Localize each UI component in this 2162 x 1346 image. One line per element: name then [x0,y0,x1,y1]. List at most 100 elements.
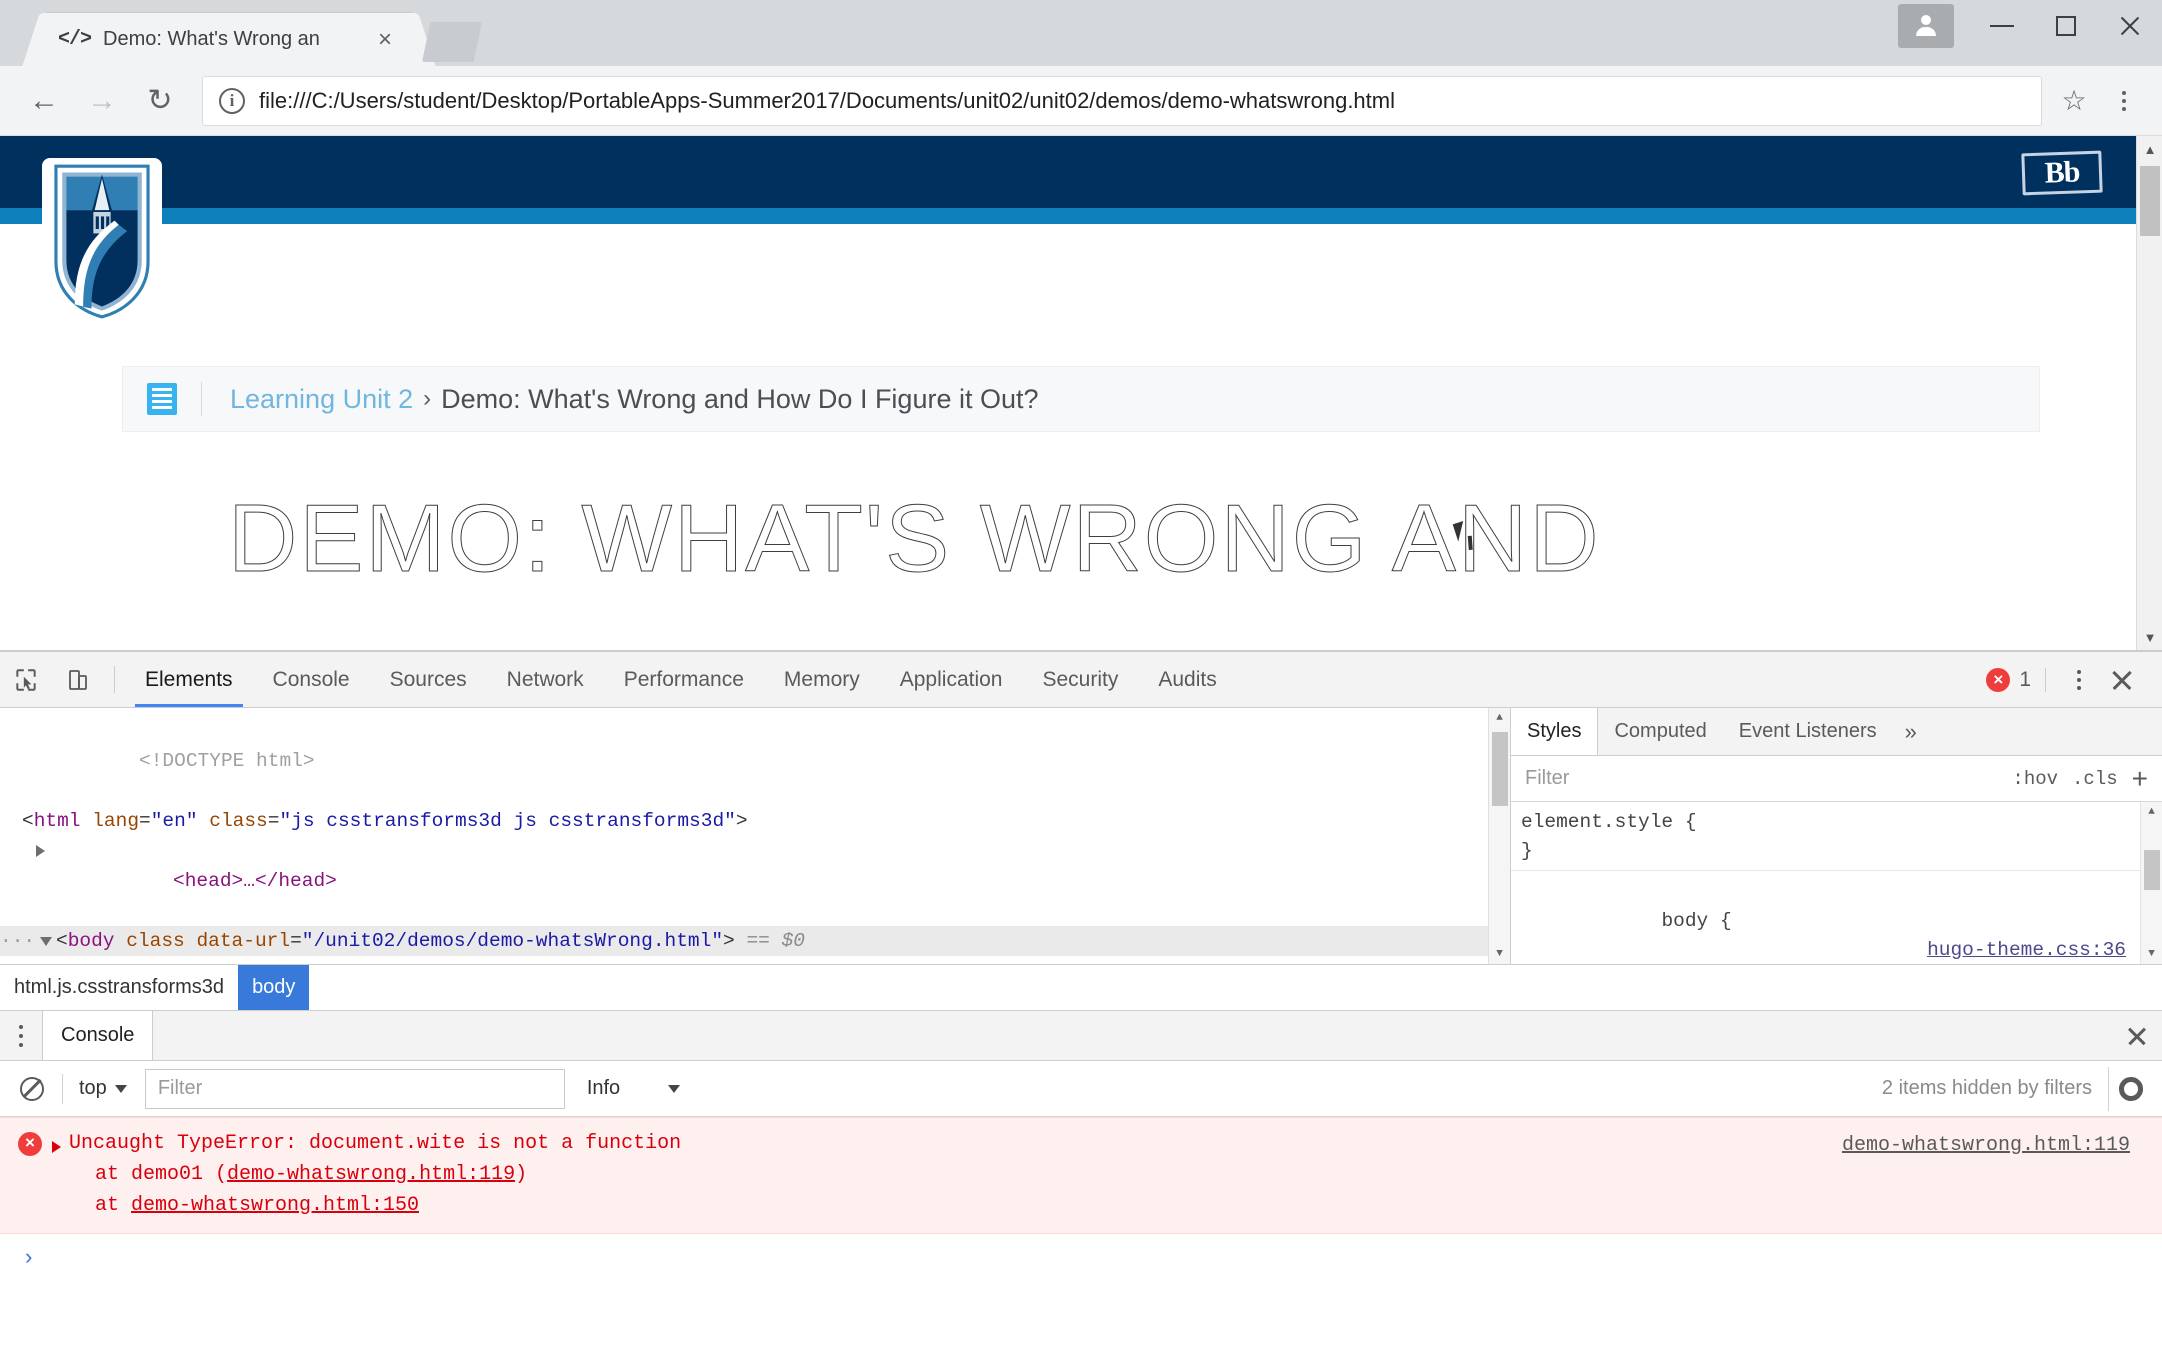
console-context-selector[interactable]: top [71,1077,135,1100]
site-banner: Bb [0,136,2162,208]
tab-title: Demo: What's Wrong an [103,28,320,50]
page-scrollbar[interactable]: ▲ ▼ [2136,136,2162,650]
window-close-button[interactable] [2098,0,2162,52]
console-error-icon: × [18,1132,42,1156]
drawer-tabbar: Console [0,1011,2162,1061]
minimize-button[interactable] [1970,0,2034,52]
breadcrumb-link-learning-unit[interactable]: Learning Unit 2 [230,384,413,415]
devtools-tab-elements[interactable]: Elements [125,652,253,707]
devtools-tab-network[interactable]: Network [487,652,604,707]
styles-tabbar: Styles Computed Event Listeners » [1511,708,2162,756]
tab-close-icon[interactable]: × [370,25,400,55]
drawer-menu-icon[interactable] [0,1011,42,1060]
styles-rules-list[interactable]: element.style { } body { hugo-theme.css:… [1511,802,2162,964]
dom-tree-scrollbar[interactable]: ▲ ▼ [1488,708,1510,964]
console-prompt-caret: › [22,1246,36,1271]
devtools-menu-icon[interactable] [2062,663,2096,697]
scroll-up-icon[interactable]: ▲ [2137,136,2162,162]
window-controls [1898,0,2162,52]
style-source-link[interactable]: hugo-theme.css:36 [1927,936,2126,964]
styles-tab-styles[interactable]: Styles [1511,708,1599,755]
dom-line-html[interactable]: <html lang="en" class="js csstransforms3… [0,806,1510,836]
error-count: 1 [2019,667,2031,691]
dom-breadcrumb-trail: html.js.csstransforms3d body [0,965,2162,1011]
breadcrumb-separator: › [423,385,432,412]
styles-scroll-thumb[interactable] [2144,850,2160,890]
new-style-rule-button[interactable]: + [2132,764,2148,793]
page-title: DEMO: WHAT'S WRONG AND [228,485,1601,593]
reload-icon[interactable]: ↻ [134,75,186,127]
profile-avatar-icon[interactable] [1898,4,1954,48]
styles-filter-input[interactable]: Filter [1525,767,1998,790]
blackboard-logo-text: Bb [2044,155,2080,190]
console-messages[interactable]: × Uncaught TypeError: document.wite is n… [0,1117,2162,1309]
styles-tab-event-listeners[interactable]: Event Listeners [1723,708,1893,755]
style-rule-body: body { hugo-theme.css:36 [1521,878,2162,964]
devtools-tab-memory[interactable]: Memory [764,652,880,707]
console-stack-frame-2: at demo-whatswrong.html:150 [0,1190,2162,1221]
styles-more-tabs-icon[interactable]: » [1893,708,1929,755]
console-toolbar: top Filter Info 2 items hidden by filter… [0,1061,2162,1117]
dom-line-body[interactable]: ··· <body class data-url="/unit02/demos/d… [0,926,1510,956]
chrome-menu-icon[interactable] [2104,79,2144,123]
devtools-tab-application[interactable]: Application [880,652,1023,707]
devtools-tab-sources[interactable]: Sources [370,652,487,707]
console-settings-icon[interactable] [2108,1066,2152,1111]
address-bar[interactable]: i file:///C:/Users/student/Desktop/Porta… [202,75,2042,126]
styles-scroll-up-icon[interactable]: ▲ [2141,802,2162,822]
breadcrumb-current-page: Demo: What's Wrong and How Do I Figure i… [441,383,1039,414]
scroll-down-icon[interactable]: ▼ [2137,624,2162,650]
error-icon: × [1986,667,2011,692]
dom-line-nav[interactable]: <nav id="sidebar">…</nav> [0,956,1510,964]
style-rule-element-style: element.style { [1521,811,1697,833]
dom-tree[interactable]: <!DOCTYPE html> <html lang="en" class="j… [0,708,1510,964]
code-favicon-icon: </> [58,28,92,51]
dom-line-head[interactable]: <head>…</head> [0,836,1510,926]
elements-panel: <!DOCTYPE html> <html lang="en" class="j… [0,708,2162,965]
bookmark-star-icon[interactable]: ☆ [2052,79,2096,123]
devtools-tab-performance[interactable]: Performance [604,652,764,707]
devtools-tab-security[interactable]: Security [1022,652,1138,707]
drawer-tab-console[interactable]: Console [42,1011,154,1060]
page-info-icon[interactable]: i [219,87,245,114]
stack-link-2[interactable]: demo-whatswrong.html:150 [131,1194,419,1217]
stack-link-1[interactable]: demo-whatswrong.html:119 [227,1163,515,1186]
styles-scrollbar[interactable]: ▲ ▼ [2140,802,2162,964]
page-breadcrumb-bar: Learning Unit 2 › Demo: What's Wrong and… [122,366,2040,432]
chevron-down-icon [114,1084,127,1093]
new-tab-button[interactable] [422,22,482,62]
devtools-close-icon[interactable] [2102,660,2142,700]
scroll-thumb[interactable] [2140,166,2160,236]
devtools-panel: Elements Console Sources Network Perform… [0,651,2162,1309]
hov-toggle-button[interactable]: :hov [2012,768,2058,790]
banner-accent-stripe [0,208,2162,224]
devtools-tabbar: Elements Console Sources Network Perform… [0,652,2162,708]
styles-scroll-down-icon[interactable]: ▼ [2141,944,2162,964]
clear-console-icon[interactable] [10,1067,54,1111]
back-arrow-icon[interactable]: ← [18,75,70,127]
devtools-tab-console[interactable]: Console [253,652,370,707]
dom-scroll-thumb[interactable] [1492,732,1508,806]
dom-crumb-body[interactable]: body [238,965,310,1010]
devtools-tab-audits[interactable]: Audits [1138,652,1236,707]
console-level-selector[interactable]: Info [587,1077,681,1100]
error-count-badge[interactable]: × 1 [1986,667,2046,692]
console-error-message[interactable]: × Uncaught TypeError: document.wite is n… [0,1117,2162,1234]
drawer-close-icon[interactable] [2112,1011,2162,1060]
dom-crumb-html[interactable]: html.js.csstransforms3d [0,965,238,1010]
styles-tab-computed[interactable]: Computed [1598,708,1722,755]
console-expand-icon[interactable] [52,1141,61,1153]
device-toolbar-icon[interactable] [52,652,104,707]
dom-scroll-down-icon[interactable]: ▼ [1489,944,1510,964]
dom-scroll-up-icon[interactable]: ▲ [1489,708,1510,728]
chrome-browser-window: </> Demo: What's Wrong an × ← → ↻ i file… [0,0,2162,1346]
forward-arrow-icon[interactable]: → [76,75,128,127]
inspect-element-icon[interactable] [0,652,52,707]
browser-tab[interactable]: </> Demo: What's Wrong an × [44,13,414,66]
console-message-source-link[interactable]: demo-whatswrong.html:119 [1842,1130,2130,1161]
console-filter-input[interactable]: Filter [144,1068,565,1109]
console-input-prompt[interactable]: › [0,1234,2162,1271]
cls-toggle-button[interactable]: .cls [2072,768,2118,790]
maximize-button[interactable] [2034,0,2098,52]
document-list-icon [147,383,177,415]
